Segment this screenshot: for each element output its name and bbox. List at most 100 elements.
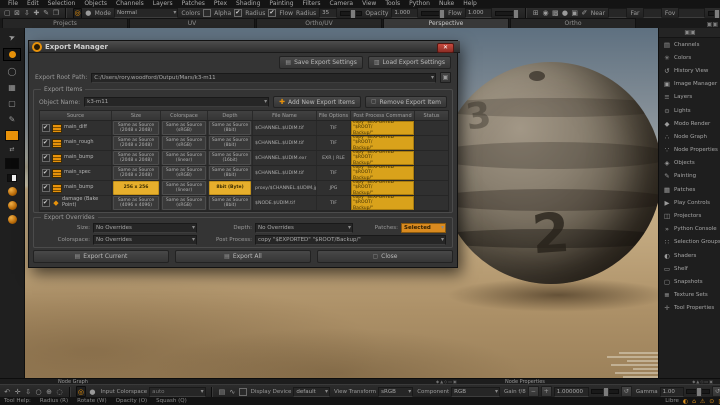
size-cell[interactable]: Same as Source (4096 x 4096) [113, 196, 159, 210]
menu-item[interactable]: Patches [178, 0, 209, 8]
flow-checkbox[interactable] [268, 9, 276, 17]
pan-icon[interactable]: ✛ [13, 387, 21, 396]
shader-ball-icon[interactable] [8, 215, 17, 224]
gain-decrement-button[interactable]: − [528, 386, 539, 397]
sidebar-item[interactable]: ◈ Objects [659, 157, 720, 170]
sidebar-item[interactable]: ↺ History View [659, 64, 720, 77]
table-row[interactable]: damage (Bake Point) Same as Source (4096… [40, 196, 448, 211]
foreground-color-swatch[interactable] [5, 130, 19, 141]
size-cell[interactable]: Same as Source (2048 x 2048) [113, 166, 159, 180]
background-color-swatch[interactable] [5, 158, 19, 169]
post-process-cell[interactable]: copy "$EXPORTED" "$ROOT/ Backup/" [351, 196, 414, 210]
add-channel-icon[interactable]: ✚ [33, 9, 40, 18]
file-options-cell[interactable]: EXR | RLE [317, 151, 351, 165]
cube-view-icon[interactable]: ⊞ [533, 9, 540, 18]
radius-slider[interactable] [340, 11, 362, 16]
viewport-tab[interactable]: Ortho [510, 18, 636, 28]
object-name-select[interactable]: k3-m11 [84, 97, 269, 107]
size-cell[interactable]: Same as Source (2048 x 2048) [113, 121, 159, 135]
row-checkbox[interactable] [42, 169, 50, 177]
gamma-reset-icon[interactable]: ↺ [712, 386, 720, 397]
table-row[interactable]: main_bump Same as Source (2048 x 2048) S… [40, 151, 448, 166]
save-project-icon[interactable]: ⇩ [23, 9, 30, 18]
mode-select[interactable]: Normal [114, 8, 178, 18]
menu-item[interactable]: Channels [112, 0, 148, 8]
colorspace-cell[interactable]: Same as Source (linear) [162, 181, 206, 195]
column-header[interactable]: File Options [317, 111, 351, 120]
mini-color-swatch[interactable] [7, 174, 17, 182]
opacity-slider[interactable] [421, 11, 445, 16]
radius-checkbox[interactable] [234, 9, 242, 17]
post-process-cell[interactable]: copy "$EXPORTED" "$ROOT/ Backup/" [351, 181, 414, 195]
radius-input[interactable]: 35 [319, 8, 337, 18]
override-depth-select[interactable]: No Overrides [255, 223, 353, 233]
depth-cell[interactable]: Same as Source (8bit) [209, 121, 251, 135]
sidebar-item[interactable]: » Python Console [659, 223, 720, 236]
override-size-select[interactable]: No Overrides [93, 223, 197, 233]
sidebar-item[interactable]: ∵ Node Properties [659, 144, 720, 157]
colorspace-cell[interactable]: Same as Source (sRGB) [162, 166, 206, 180]
menu-item[interactable]: Objects [80, 0, 111, 8]
input-colorspace-select[interactable]: auto [149, 387, 206, 397]
menu-item[interactable]: Layers [149, 0, 177, 8]
sidebar-item[interactable]: ◆ Modo Render [659, 117, 720, 130]
depth-cell[interactable]: Same as Source (16bit) [209, 151, 251, 165]
display-device-select[interactable]: default [293, 387, 330, 397]
sidebar-item[interactable]: ◐ Shaders [659, 249, 720, 262]
colorspace-cell[interactable]: Same as Source (sRGB) [162, 136, 206, 150]
sidebar-item[interactable]: ◫ Projectors [659, 209, 720, 222]
robot-head-object[interactable]: 3 2 [440, 62, 658, 284]
column-header[interactable]: Size [112, 111, 161, 120]
eraser-tool-icon[interactable]: ◯ [4, 66, 20, 77]
component-select[interactable]: RGB [451, 387, 500, 397]
file-name-cell[interactable]: $CHANNEL.$UDIM.tif [253, 136, 317, 150]
menu-item[interactable]: Ptex [210, 0, 231, 8]
menu-item[interactable]: File [4, 0, 22, 8]
column-header[interactable]: Post Process Command [351, 111, 415, 120]
fov-input[interactable] [678, 8, 705, 18]
file-options-cell[interactable]: JPG [317, 181, 351, 195]
table-row[interactable]: main_diff Same as Source (2048 x 2048) S… [40, 121, 448, 136]
file-name-cell[interactable]: $CHANNEL.$UDIM.tif [253, 166, 317, 180]
add-export-item-button[interactable]: ✚ Add New Export Items [273, 96, 361, 108]
file-options-cell[interactable]: TIF [317, 136, 351, 150]
gain-input[interactable]: 1.000000 [554, 387, 589, 397]
checker-view-icon[interactable]: ▩ [552, 9, 559, 18]
depth-cell[interactable]: Same as Source (8bit) [209, 166, 251, 180]
sidebar-item[interactable]: ∴ Node Graph [659, 130, 720, 143]
grid-warp-tool-icon[interactable]: ▦ [4, 82, 20, 93]
save-export-settings-button[interactable]: ▤ Save Export Settings [279, 56, 362, 69]
sidebar-item[interactable]: ✎ Painting [659, 170, 720, 183]
display-toggle-checkbox[interactable] [239, 388, 247, 396]
copy-icon[interactable]: ❐ [53, 9, 60, 18]
home-icon[interactable]: ⌂ [692, 398, 696, 405]
export-all-button[interactable]: ▤ Export All [175, 250, 311, 263]
menu-item[interactable]: Filters [299, 0, 325, 8]
menu-item[interactable]: Edit [23, 0, 43, 8]
menu-item[interactable]: Shading [232, 0, 264, 8]
new-project-icon[interactable]: ▢ [4, 9, 11, 18]
table-row[interactable]: main_spec Same as Source (2048 x 2048) S… [40, 166, 448, 181]
eye-view-icon[interactable]: ◉ [542, 9, 549, 18]
drop-icon[interactable]: ⇩ [24, 387, 32, 396]
shader-ball-icon[interactable] [8, 201, 17, 210]
menu-item[interactable]: Nuke [435, 0, 458, 8]
size-cell[interactable]: 256 x 256 [113, 181, 159, 195]
paint-brush-icon[interactable]: ✎ [43, 9, 50, 18]
add-node-icon[interactable]: ⊕ [45, 387, 53, 396]
sidebar-item[interactable]: ▶ Play Controls [659, 196, 720, 209]
colorspace-cell[interactable]: Same as Source (sRGB) [162, 121, 206, 135]
menu-item[interactable]: Camera [326, 0, 358, 8]
paint-target-icon[interactable]: ◎ [73, 8, 82, 19]
paint-tool-icon[interactable] [3, 48, 21, 61]
post-process-cell[interactable]: copy "$EXPORTED" "$ROOT/ Backup/" [351, 136, 414, 150]
column-header[interactable]: File Name [253, 111, 317, 120]
shader-ball-icon[interactable] [8, 187, 17, 196]
row-checkbox[interactable] [42, 154, 50, 162]
column-header[interactable]: Depth [208, 111, 253, 120]
sidebar-item[interactable]: ▤ Channels [659, 38, 720, 51]
menu-item[interactable]: Painting [265, 0, 297, 8]
colorspace-cell[interactable]: Same as Source (sRGB) [162, 196, 206, 210]
gamma-slider[interactable] [686, 389, 710, 394]
menu-item[interactable]: Selection [44, 0, 80, 8]
